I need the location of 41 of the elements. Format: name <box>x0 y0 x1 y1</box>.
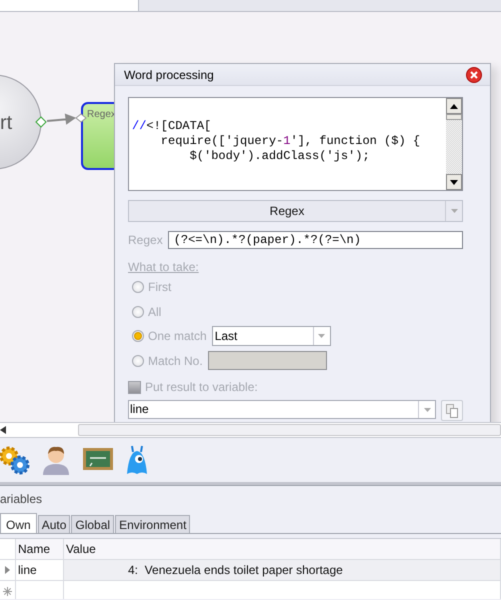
table-cell: 4: Venezuela ends toilet paper shortage <box>64 560 501 580</box>
match-dropdown[interactable]: Last <box>212 326 331 346</box>
column-header[interactable]: Value <box>64 539 501 559</box>
tab[interactable]: Environment <box>115 515 190 533</box>
node-label: Regex <box>87 109 116 120</box>
code-line: //<![CDATA[ <box>132 119 212 134</box>
connector-port[interactable] <box>75 113 87 123</box>
mode-dropdown[interactable]: Regex <box>128 200 463 222</box>
tab[interactable]: Own <box>0 513 37 533</box>
close-icon[interactable] <box>466 66 482 82</box>
code-editor[interactable]: //<![CDATA[ require(['jquery-1'], function ($) { $('body').addClass('js'); <box>128 97 463 191</box>
section-label: What to take: <box>128 260 199 274</box>
copy-icon <box>446 404 458 418</box>
variable-dropdown[interactable]: line <box>128 400 436 419</box>
field-label: Regex <box>128 233 163 247</box>
column-header[interactable]: Name <box>16 539 64 559</box>
new-row-icon <box>3 586 12 596</box>
connector-arrow <box>46 114 76 124</box>
start-node: rt <box>0 74 42 170</box>
monster-icon[interactable] <box>124 444 150 476</box>
gears-icon[interactable] <box>0 445 30 475</box>
down-arrow-icon <box>450 180 458 184</box>
number-field[interactable] <box>208 351 327 370</box>
copy-button[interactable] <box>441 400 463 421</box>
tab[interactable]: Global <box>71 515 114 533</box>
code-line: $('body').addClass('js'); <box>188 149 371 164</box>
regex-field[interactable]: (?<=\n).*?(paper).*?(?=\n) <box>168 231 463 249</box>
tab[interactable]: Auto <box>38 515 70 533</box>
dialog-title: Word processing <box>124 68 214 82</box>
code-line: require(['jquery-1'], function ($) { <box>160 134 422 149</box>
scroll-thumb[interactable] <box>78 424 501 436</box>
caret-icon <box>424 408 430 412</box>
scroll-thumb[interactable] <box>446 114 462 120</box>
user-icon[interactable] <box>40 444 72 476</box>
up-arrow-icon <box>450 104 458 108</box>
panel-title: ariables <box>0 491 44 508</box>
caret-icon <box>318 334 326 338</box>
caret-icon <box>450 209 458 213</box>
scroll-left-button[interactable] <box>0 426 6 434</box>
scroll-down-button[interactable] <box>446 174 462 190</box>
scroll-up-button[interactable] <box>446 98 462 114</box>
